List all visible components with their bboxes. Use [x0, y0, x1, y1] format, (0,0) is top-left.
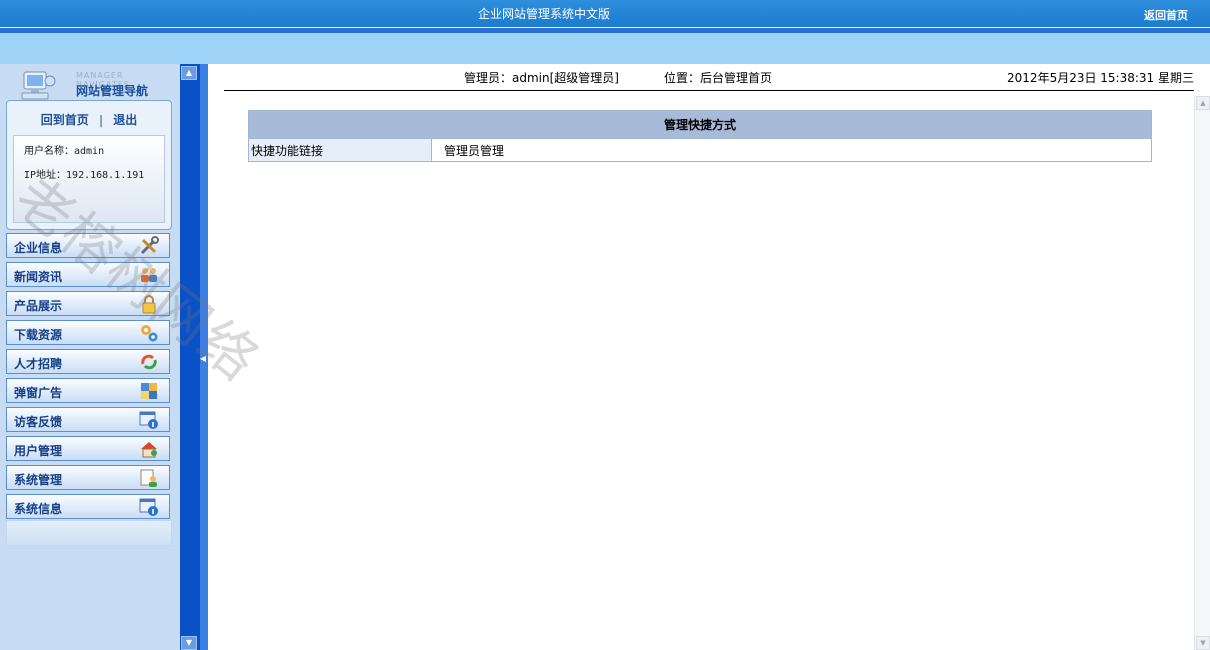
shortcut-table-title: 管理快捷方式 — [248, 110, 1152, 139]
menu-item-label: 弹窗广告 — [14, 386, 63, 400]
menu-item-products[interactable]: 产品展示 — [6, 291, 170, 316]
menu-item-downloads[interactable]: 下载资源 — [6, 320, 170, 345]
menu-item-label: 下载资源 — [14, 328, 63, 342]
sub-header-bar — [0, 33, 1210, 64]
user-panel: 回到首页 | 退出 用户名称：admin IP地址：192.168.1.191 — [6, 100, 172, 230]
menu-item-label: 用户管理 — [14, 444, 63, 458]
recycle-icon — [141, 354, 157, 370]
users-icon — [141, 268, 157, 282]
admin-info: 管理员：admin[超级管理员] — [464, 71, 619, 85]
username-text: 用户名称：admin — [24, 146, 105, 157]
tools-icon — [140, 236, 159, 255]
nav-footer — [6, 520, 172, 546]
user-info-box: 用户名称：admin IP地址：192.168.1.191 — [13, 135, 165, 223]
shortcut-row-label: 快捷功能链接 — [248, 138, 432, 162]
menu-item-recruitment[interactable]: 人才招聘 — [6, 349, 170, 374]
back-home-link[interactable]: 回到首页 — [41, 113, 89, 127]
menu-item-label: 系统管理 — [14, 473, 63, 487]
collapse-nav-arrow-icon[interactable]: ◀ — [198, 352, 208, 366]
info-window-icon — [139, 411, 158, 429]
menu-item-feedback[interactable]: 访客反馈 — [6, 407, 170, 432]
menu-item-label: 产品展示 — [14, 299, 63, 313]
scroll-up-button[interactable]: ▲ — [1196, 96, 1210, 110]
menu-item-label: 系统信息 — [14, 502, 63, 516]
menu-item-news[interactable]: 新闻资讯 — [6, 262, 170, 287]
nav-title: 网站管理导航 — [76, 84, 149, 98]
gears-icon — [141, 325, 158, 342]
main-content: 管理员：admin[超级管理员] 位置：后台管理首页 2012年5月23日 15… — [208, 64, 1210, 650]
info-window-icon — [139, 498, 158, 516]
datetime-display: 2012年5月23日 15:38:31 星期三 — [1007, 71, 1194, 85]
top-bar: 企业网站管理系统中文版 返回首页 — [0, 0, 1210, 27]
shortcut-table: 管理快捷方式 快捷功能链接 管理员管理 — [248, 110, 1152, 162]
table-row: 快捷功能链接 管理员管理 — [248, 138, 1152, 162]
logout-link[interactable]: 退出 — [113, 113, 137, 127]
nav-splitter: ▲ ▼ — [180, 64, 200, 650]
menu-item-label: 企业信息 — [14, 241, 63, 255]
nav-scroll-up-button[interactable]: ▲ — [181, 66, 197, 80]
menu-item-popup-ads[interactable]: 弹窗广告 — [6, 378, 170, 403]
location-breadcrumb: 位置：后台管理首页 — [664, 71, 773, 85]
menu-item-label: 访客反馈 — [14, 415, 63, 429]
ip-address-text: IP地址：192.168.1.191 — [24, 170, 145, 181]
scroll-down-button[interactable]: ▼ — [1196, 636, 1210, 650]
menu-item-label: 人才招聘 — [14, 357, 63, 371]
user-document-icon — [140, 469, 157, 487]
menu-item-system-management[interactable]: 系统管理 — [6, 465, 170, 490]
nav-scroll-down-button[interactable]: ▼ — [181, 636, 197, 650]
header-divider — [224, 90, 1194, 91]
puzzle-icon — [141, 383, 157, 399]
menu-item-system-info[interactable]: 系统信息 — [6, 494, 170, 519]
user-links: 回到首页 | 退出 — [7, 111, 171, 128]
computer-icon — [21, 71, 56, 100]
link-separator: | — [98, 113, 104, 127]
left-nav-panel: MANAGER NAVIGATES 网站管理导航 回到首页 | 退出 用户名称：… — [0, 64, 180, 650]
main-vertical-scrollbar[interactable]: ▲ ▼ — [1194, 96, 1210, 650]
lock-icon — [142, 295, 156, 314]
house-user-icon — [141, 442, 157, 458]
menu-item-label: 新闻资讯 — [14, 270, 63, 284]
return-home-link[interactable]: 返回首页 — [1144, 7, 1188, 23]
system-title: 企业网站管理系统中文版 — [477, 7, 610, 21]
menu-item-user-management[interactable]: 用户管理 — [6, 436, 170, 461]
admin-management-link[interactable]: 管理员管理 — [431, 138, 1152, 162]
menu-item-company-info[interactable]: 企业信息 — [6, 233, 170, 258]
